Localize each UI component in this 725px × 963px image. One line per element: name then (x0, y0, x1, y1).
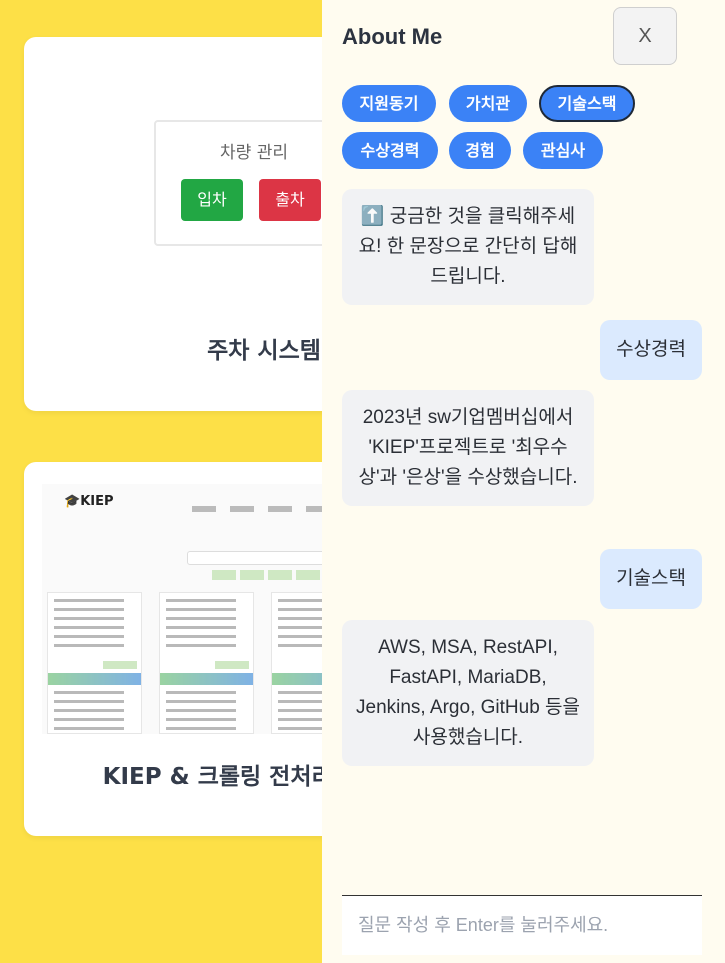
chip-values[interactable]: 가치관 (449, 85, 527, 122)
bot-message: 2023년 sw기업멤버십에서 'KIEP'프로젝트로 '최우수상'과 '은상'… (342, 390, 594, 506)
chip-tech-stack[interactable]: 기술스택 (539, 85, 635, 122)
question-input[interactable] (342, 896, 702, 955)
chip-interests[interactable]: 관심사 (523, 132, 603, 169)
enter-button: 입차 (181, 179, 243, 221)
panel-title: About Me (342, 24, 443, 49)
question-input-wrap (342, 895, 702, 955)
kiep-logo: 🎓KIEP (64, 494, 114, 509)
bot-message: AWS, MSA, RestAPI, FastAPI, MariaDB, Jen… (342, 620, 594, 766)
about-me-chat-panel: About Me X 지원동기 가치관 기술스택 수상경력 경험 관심사 ⬆️ … (322, 0, 725, 963)
bot-message: ⬆️ 궁금한 것을 클릭해주세요! 한 문장으로 간단히 답해드립니다. (342, 189, 594, 305)
chip-awards[interactable]: 수상경력 (342, 132, 438, 169)
close-button[interactable]: X (613, 7, 677, 65)
chip-experience[interactable]: 경험 (449, 132, 511, 169)
chip-motivation[interactable]: 지원동기 (342, 85, 436, 122)
user-message: 기술스택 (600, 549, 702, 609)
exit-button: 출차 (259, 179, 321, 221)
user-message: 수상경력 (600, 320, 702, 380)
